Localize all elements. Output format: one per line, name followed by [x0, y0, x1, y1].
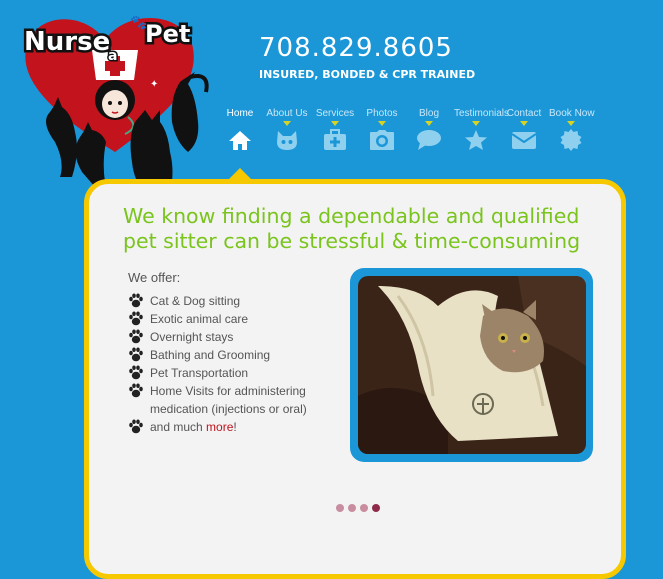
- nav-indicator: [331, 121, 339, 126]
- offer-text: Cat & Dog sitting: [150, 294, 241, 308]
- svg-text:a: a: [108, 48, 117, 64]
- envelope-icon: [502, 129, 546, 151]
- page-headline: We know finding a dependable and qualifi…: [123, 204, 581, 253]
- nav-label-about-us: About Us: [266, 108, 308, 119]
- camera-icon: [360, 129, 404, 151]
- offer-title: We offer:: [128, 270, 181, 285]
- list-item: Cat & Dog sitting: [128, 292, 338, 310]
- nav-label-blog: Blog: [418, 108, 439, 119]
- slideshow-image: [358, 276, 586, 454]
- speech-bubble-icon: [407, 129, 451, 151]
- offer-text: Exotic animal care: [150, 312, 249, 326]
- offer-text: Home Visits for administering medication…: [150, 384, 307, 416]
- nav-item-book-now[interactable]: Book Now: [549, 108, 595, 151]
- nav-label-photos: Photos: [366, 108, 398, 119]
- offer-text: Overnight stays: [150, 330, 234, 344]
- phone-number: 708.829.8605: [259, 33, 453, 63]
- list-item: and much more!: [128, 418, 338, 436]
- badge-icon: [549, 129, 593, 151]
- offer-text-suffix: !: [233, 420, 237, 434]
- nav-indicator: [567, 121, 575, 126]
- logo-artwork: ✦ Nurse Nurse a a Pet Pet 🐾: [22, 15, 209, 192]
- more-link[interactable]: more: [206, 420, 233, 434]
- nav-label-book-now: Book Now: [549, 108, 595, 119]
- nav-label-services: Services: [315, 108, 355, 119]
- slide-dot-3[interactable]: [360, 504, 368, 512]
- nav-indicator: [378, 121, 386, 126]
- list-item: Home Visits for administering medication…: [128, 382, 338, 418]
- main-nav: Home About Us Services Photos Blog Testi: [226, 108, 606, 158]
- nav-indicator: [520, 121, 528, 126]
- list-item: Exotic animal care: [128, 310, 338, 328]
- nav-label-home: Home: [226, 108, 254, 119]
- home-icon: [218, 129, 262, 151]
- tagline: INSURED, BONDED & CPR TRAINED: [259, 68, 476, 81]
- nav-item-about-us[interactable]: About Us: [265, 108, 309, 151]
- offer-list: Cat & Dog sitting Exotic animal care Ove…: [128, 292, 338, 436]
- nav-indicator: [472, 121, 480, 126]
- nav-label-contact: Contact: [506, 108, 542, 119]
- nav-indicator: [283, 121, 291, 126]
- medical-bag-icon: [313, 129, 357, 151]
- offer-text: Pet Transportation: [150, 366, 249, 380]
- nav-item-contact[interactable]: Contact: [502, 108, 546, 151]
- slideshow-pager: [336, 499, 384, 517]
- slide-dot-2[interactable]: [348, 504, 356, 512]
- nav-item-blog[interactable]: Blog: [407, 108, 451, 151]
- slide-dot-1[interactable]: [336, 504, 344, 512]
- slide-dot-4[interactable]: [372, 504, 380, 512]
- paw-icon: [128, 383, 144, 403]
- offer-text: Bathing and Grooming: [150, 348, 271, 362]
- svg-text:✦: ✦: [150, 79, 158, 90]
- paw-icon: [128, 419, 144, 439]
- star-icon: [454, 129, 498, 151]
- nurse-a-pet-logo[interactable]: ✦ Nurse Nurse a a Pet Pet 🐾: [10, 2, 220, 202]
- nav-item-services[interactable]: Services: [313, 108, 357, 151]
- nav-label-testimonials: Testimonials: [454, 108, 510, 119]
- svg-text:Nurse: Nurse: [24, 27, 110, 57]
- nav-indicator: [425, 121, 433, 126]
- offer-text-prefix: and much: [150, 420, 207, 434]
- svg-text:Pet: Pet: [145, 20, 190, 48]
- nav-item-testimonials[interactable]: Testimonials: [454, 108, 510, 151]
- nav-item-photos[interactable]: Photos: [360, 108, 404, 151]
- cat-face-icon: [265, 129, 309, 151]
- list-item: Overnight stays: [128, 328, 338, 346]
- nav-item-home[interactable]: Home: [218, 108, 262, 151]
- list-item: Bathing and Grooming: [128, 346, 338, 364]
- list-item: Pet Transportation: [128, 364, 338, 382]
- svg-text:🐾: 🐾: [130, 15, 147, 31]
